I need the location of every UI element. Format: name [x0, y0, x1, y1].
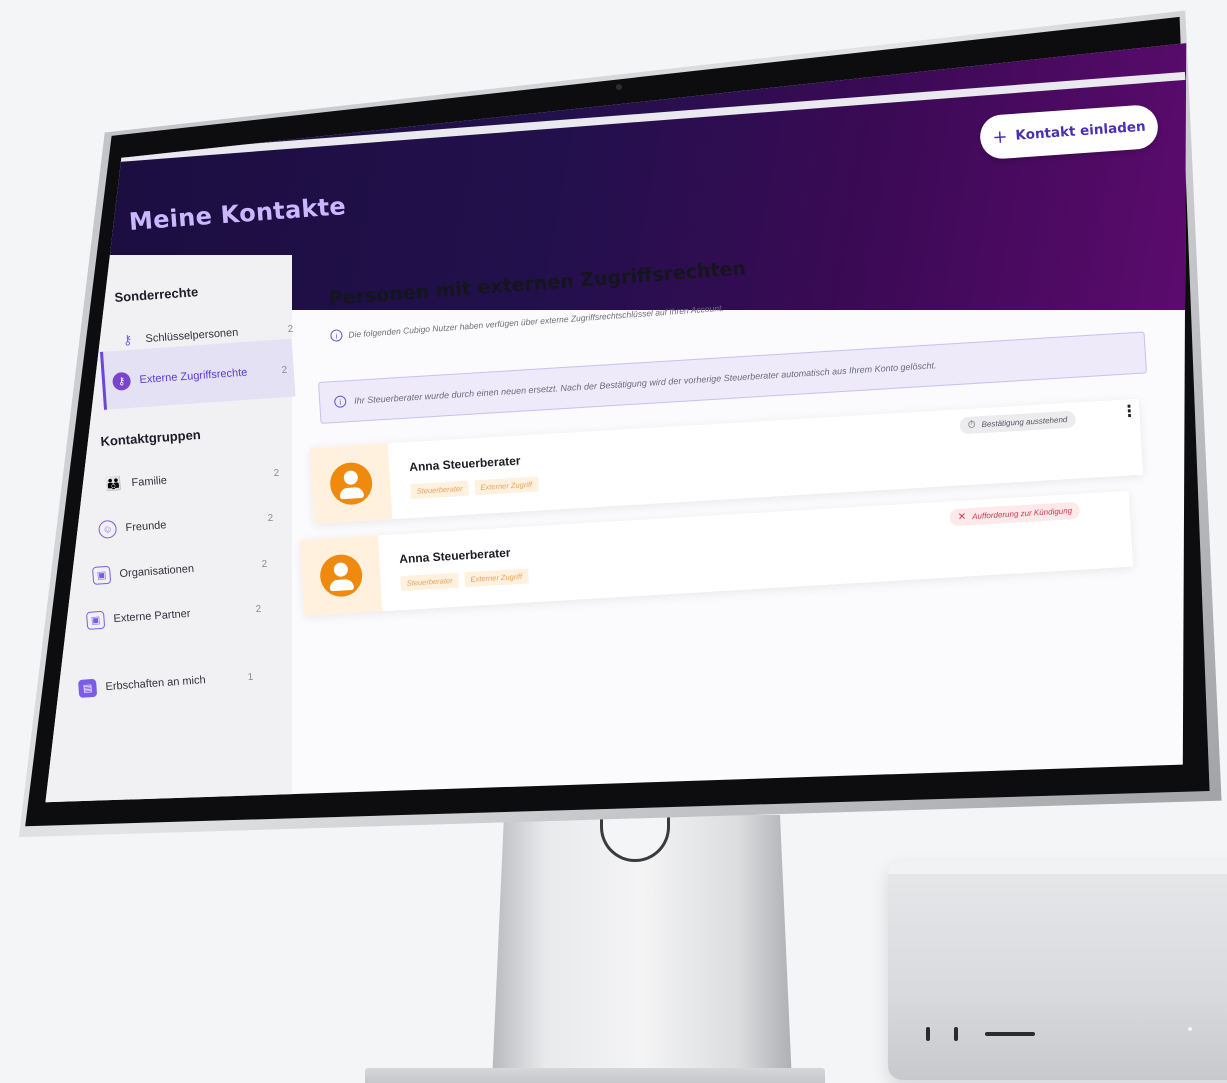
avatar-container [310, 443, 393, 524]
sidebar-item-count: 2 [287, 323, 294, 335]
power-led [1188, 1027, 1192, 1031]
sidebar-item-count: 2 [261, 558, 268, 570]
status-badge: ⏱ Bestätigung ausstehend [959, 410, 1076, 435]
invite-contact-label: Kontakt einladen [1014, 118, 1147, 144]
usb-port [926, 1027, 930, 1041]
smiley-icon: ☺ [98, 519, 118, 539]
contact-tags: Steuerberater Externer Zugriff [410, 476, 539, 500]
mac-studio-top [888, 860, 1227, 874]
sidebar-item-count: 2 [267, 512, 274, 524]
info-icon: i [333, 395, 347, 409]
app-screen: Meine Kontakte + Kontakt einladen Sonder… [45, 43, 1187, 803]
tag-access: Externer Zugriff [474, 476, 539, 496]
sidebar-item-label: Organisationen [119, 562, 195, 581]
more-options-icon[interactable]: ⋮ [1121, 401, 1138, 422]
sidebar-item-label: Externe Partner [113, 607, 191, 626]
usb-port [954, 1027, 958, 1041]
tag-role: Steuerberater [410, 480, 469, 500]
sd-slot [985, 1032, 1035, 1036]
building-icon: ▣ [86, 610, 106, 630]
status-badge: ✕ Aufforderung zur Kündigung [949, 501, 1081, 527]
notice-text: Ihr Steuerberater wurde durch einen neue… [353, 360, 937, 406]
monitor: Meine Kontakte + Kontakt einladen Sonder… [0, 0, 1227, 840]
status-text: Aufforderung zur Kündigung [971, 506, 1073, 522]
sidebar-item-count: 2 [273, 467, 280, 479]
building-icon: ▣ [92, 565, 112, 585]
avatar-container [300, 535, 383, 616]
contact-name: Anna Steuerberater [398, 545, 511, 567]
status-text: Bestätigung ausstehend [981, 415, 1068, 430]
family-icon: 👪 [104, 475, 123, 492]
plus-icon: + [991, 125, 1009, 148]
contact-name: Anna Steuerberater [408, 453, 521, 475]
contact-tags: Steuerberater Externer Zugriff [400, 568, 529, 592]
sidebar-item-count: 2 [255, 603, 262, 615]
close-icon: ✕ [957, 511, 967, 523]
tag-access: Externer Zugriff [464, 568, 529, 588]
sidebar-item-label: Familie [131, 474, 168, 490]
info-icon: i [330, 329, 343, 342]
sidebar-item-count: 2 [281, 364, 288, 376]
chest-icon: ▤ [78, 678, 98, 698]
key-people-icon: ⚷ [122, 332, 133, 348]
timer-icon: ⏱ [967, 419, 976, 431]
camera-icon [616, 84, 622, 90]
tag-role: Steuerberater [400, 572, 459, 592]
key-people-icon: ⚷ [112, 371, 132, 391]
avatar-icon [328, 461, 374, 506]
mac-studio [888, 860, 1227, 1080]
avatar-icon [318, 553, 364, 598]
sidebar-item-label: Freunde [125, 519, 167, 535]
monitor-stand-foot [365, 1068, 825, 1083]
sidebar-item-count: 1 [247, 671, 254, 683]
